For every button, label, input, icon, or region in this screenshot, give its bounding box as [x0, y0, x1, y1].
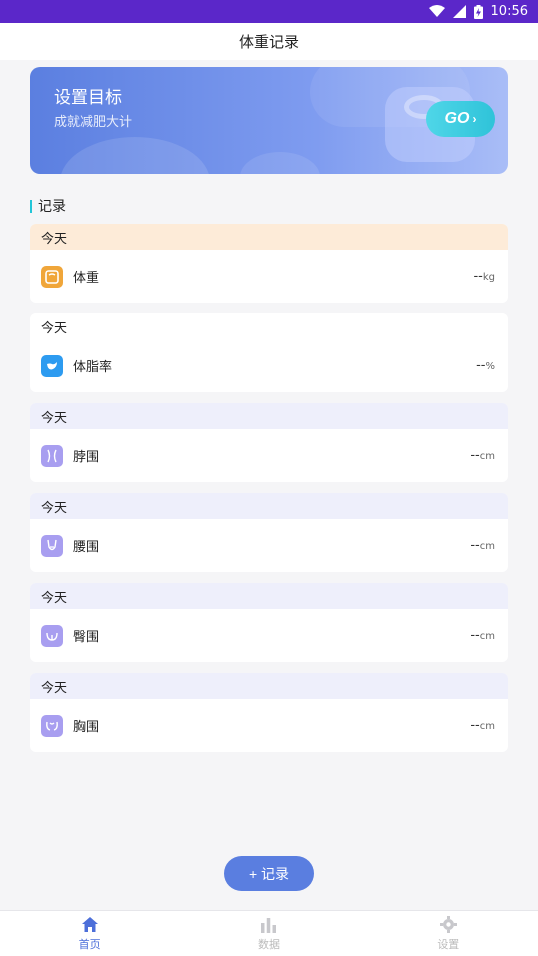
gear-icon: [439, 916, 457, 934]
bar-chart-icon: [260, 916, 277, 934]
record-row[interactable]: 臀围 --cm: [30, 609, 508, 662]
go-button-label: GO: [444, 110, 470, 127]
banner-decoration: [240, 152, 320, 174]
record-name: 胸围: [73, 720, 100, 735]
battery-charging-icon: [473, 4, 483, 19]
section-title-text: 记录: [38, 199, 66, 215]
record-card-header: 今天: [30, 224, 508, 250]
tab-settings[interactable]: 设置: [359, 911, 538, 956]
go-button[interactable]: GO ›: [426, 101, 495, 137]
bottom-tab-bar: 首页 数据 设置: [0, 910, 538, 956]
record-row[interactable]: 体重 --kg: [30, 250, 508, 303]
record-name: 腰围: [73, 540, 100, 555]
record-value: --cm: [470, 538, 495, 553]
record-value: --%: [476, 358, 495, 373]
hip-icon: [41, 624, 63, 647]
record-card-hip[interactable]: 今天 臀围 --cm: [30, 583, 508, 662]
record-card-header: 今天: [30, 403, 508, 429]
tab-data[interactable]: 数据: [179, 911, 358, 956]
record-value-number: --: [470, 448, 480, 463]
record-value-number: --: [470, 718, 480, 733]
record-unit: cm: [479, 721, 495, 732]
record-row[interactable]: 胸围 --cm: [30, 699, 508, 752]
record-value: --cm: [470, 628, 495, 643]
record-name: 臀围: [73, 630, 100, 645]
record-unit: cm: [479, 541, 495, 552]
tab-label: 设置: [437, 937, 460, 951]
add-record-button[interactable]: + 记录: [224, 856, 314, 891]
record-day: 今天: [41, 410, 68, 426]
goal-banner[interactable]: 设置目标 成就减肥大计 GO ›: [30, 67, 508, 174]
status-bar: 10:56: [0, 0, 538, 23]
record-name: 脖围: [73, 450, 100, 465]
record-unit: %: [485, 361, 495, 372]
banner-decoration: [60, 137, 210, 174]
record-row[interactable]: 脖围 --cm: [30, 429, 508, 482]
record-unit: cm: [479, 451, 495, 462]
record-card-body-fat[interactable]: 今天 体脂率 --%: [30, 313, 508, 392]
record-value-number: --: [473, 269, 483, 284]
record-card-waist[interactable]: 今天 腰围 --cm: [30, 493, 508, 572]
record-name: 体脂率: [73, 360, 113, 375]
home-icon: [81, 916, 99, 934]
record-day: 今天: [41, 231, 68, 247]
record-value-number: --: [470, 538, 480, 553]
section-marker: [30, 199, 32, 213]
neck-icon: [41, 444, 63, 467]
waist-icon: [41, 534, 63, 557]
chevron-right-icon: ›: [472, 112, 477, 126]
banner-title: 设置目标: [54, 88, 122, 108]
records-section-title: 记录: [30, 196, 66, 216]
record-name: 体重: [73, 271, 100, 286]
wifi-icon: [428, 5, 445, 18]
record-card-header: 今天: [30, 673, 508, 699]
status-time: 10:56: [490, 4, 528, 19]
signal-icon: [452, 5, 466, 18]
banner-subtitle: 成就减肥大计: [54, 115, 133, 130]
record-card-header: 今天: [30, 583, 508, 609]
record-card-header: 今天: [30, 313, 508, 339]
record-value: --cm: [470, 718, 495, 733]
record-row[interactable]: 体脂率 --%: [30, 339, 508, 392]
record-day: 今天: [41, 500, 68, 516]
record-card-neck[interactable]: 今天 脖围 --cm: [30, 403, 508, 482]
record-unit: kg: [482, 272, 495, 283]
record-card-header: 今天: [30, 493, 508, 519]
record-card-chest[interactable]: 今天 胸围 --cm: [30, 673, 508, 752]
record-unit: cm: [479, 631, 495, 642]
chest-icon: [41, 714, 63, 737]
tab-label: 数据: [257, 937, 280, 951]
tab-label: 首页: [78, 937, 101, 951]
record-day: 今天: [41, 590, 68, 606]
scale-icon: [41, 265, 63, 288]
record-value-number: --: [470, 628, 480, 643]
body-fat-icon: [41, 354, 63, 377]
record-row[interactable]: 腰围 --cm: [30, 519, 508, 572]
record-value: --cm: [470, 448, 495, 463]
record-day: 今天: [41, 680, 68, 696]
record-day: 今天: [41, 320, 68, 336]
page-title: 体重记录: [0, 23, 538, 60]
record-card-weight[interactable]: 今天 体重 --kg: [30, 224, 508, 303]
record-value: --kg: [473, 269, 495, 284]
tab-home[interactable]: 首页: [0, 911, 179, 956]
